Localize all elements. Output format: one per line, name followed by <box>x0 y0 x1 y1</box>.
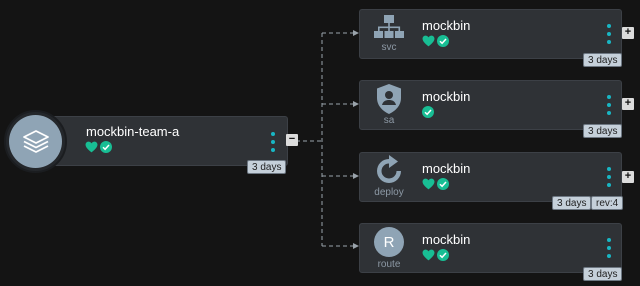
node-kind-label: deploy <box>374 187 404 198</box>
route-letter-icon: R <box>374 227 404 257</box>
check-circle-icon <box>422 106 434 118</box>
root-collapse-toggle[interactable]: − <box>286 134 298 146</box>
child-node-status <box>422 106 434 118</box>
user-shield-icon <box>377 84 401 114</box>
refresh-icon <box>377 155 401 183</box>
child-node-status <box>422 249 449 261</box>
root-node-status <box>85 141 112 153</box>
sa-age-badge: 3 days <box>583 124 623 138</box>
child-node-name: mockbin <box>422 89 471 104</box>
child-node-menu[interactable] <box>605 95 613 115</box>
route-letter: R <box>383 233 395 251</box>
hierarchy-icon <box>374 15 404 38</box>
child-node-name: mockbin <box>422 18 471 33</box>
check-circle-icon <box>437 249 449 261</box>
root-age-badge: 3 days <box>247 160 287 174</box>
check-circle-icon <box>100 141 112 153</box>
child-node-menu[interactable] <box>605 24 613 44</box>
check-circle-icon <box>437 35 449 47</box>
node-kind-label: route <box>377 259 401 270</box>
svc-expand-toggle[interactable]: + <box>622 27 634 39</box>
child-node-status <box>422 178 449 190</box>
sa-expand-toggle[interactable]: + <box>622 98 634 110</box>
svc-age-badge: 3 days <box>583 53 623 67</box>
child-node-sa[interactable]: sa mockbin <box>359 80 622 130</box>
layers-icon <box>9 115 62 168</box>
root-node-menu[interactable] <box>269 132 277 152</box>
node-kind-label: svc <box>381 42 397 53</box>
child-node-name: mockbin <box>422 161 471 176</box>
child-node-route[interactable]: R route mockbin <box>359 223 622 273</box>
child-node-status <box>422 35 449 47</box>
child-node-deploy[interactable]: deploy mockbin <box>359 152 622 202</box>
child-node-menu[interactable] <box>605 167 613 187</box>
child-node-menu[interactable] <box>605 238 613 258</box>
heart-icon <box>422 35 435 47</box>
check-circle-icon <box>437 178 449 190</box>
deploy-expand-toggle[interactable]: + <box>622 171 634 183</box>
heart-icon <box>422 249 435 261</box>
deploy-age-badge: 3 days <box>552 196 592 210</box>
node-kind-label: sa <box>383 115 395 126</box>
heart-icon <box>422 178 435 190</box>
root-node-name: mockbin-team-a <box>86 124 180 139</box>
deploy-revision-badge: rev:4 <box>591 196 624 210</box>
route-age-badge: 3 days <box>583 267 623 281</box>
child-node-svc[interactable]: svc mockbin <box>359 9 622 59</box>
heart-icon <box>85 141 98 153</box>
child-node-name: mockbin <box>422 232 471 247</box>
